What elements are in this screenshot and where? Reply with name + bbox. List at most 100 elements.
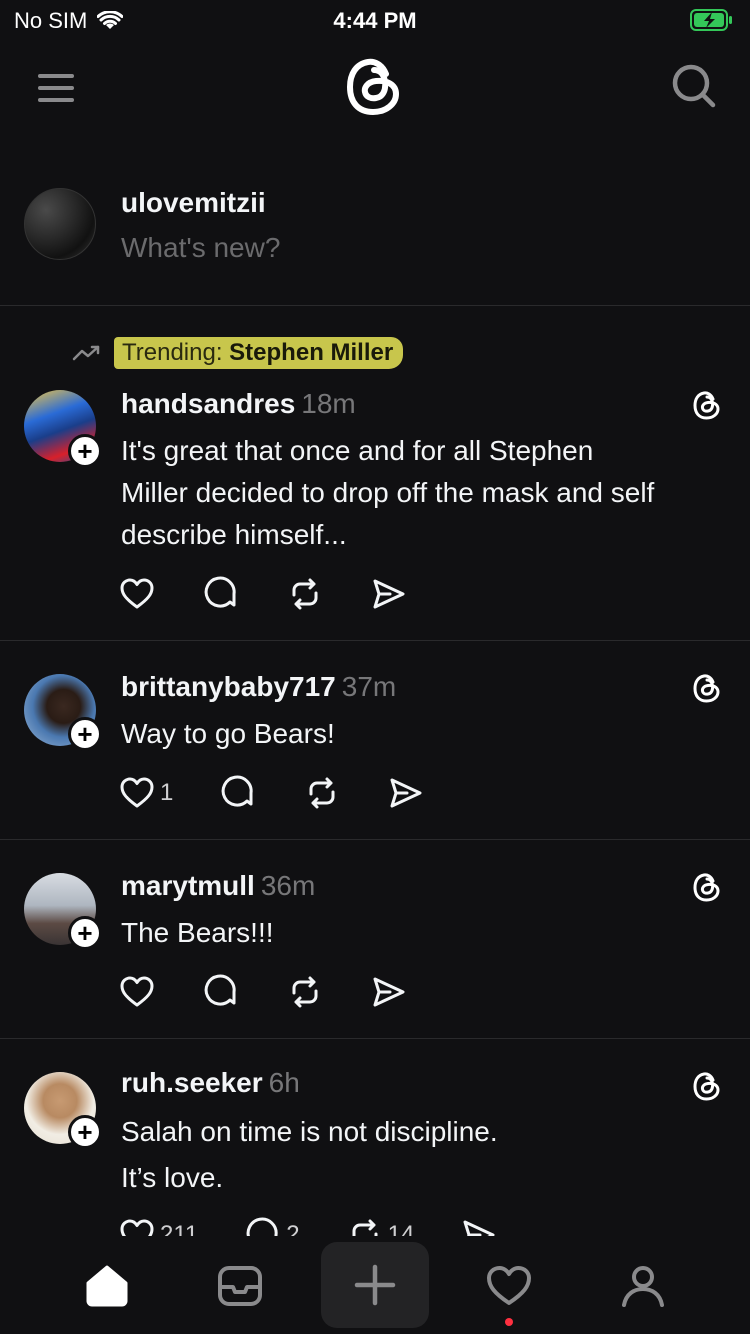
like-count: 211 — [160, 1221, 199, 1236]
repost-button[interactable]: 14 — [346, 1216, 415, 1236]
post-text-line: Salah on time is not discipline. — [121, 1116, 498, 1147]
threads-logo-icon — [693, 873, 720, 902]
post-text: Salah on time is not discipline. It’s lo… — [121, 1109, 731, 1201]
composer[interactable]: ulovemitzii What's new? — [0, 170, 750, 306]
post-item[interactable]: + ruh.seeker 6h Salah on time is not disc… — [0, 1039, 750, 1236]
post-username[interactable]: marytmull — [121, 870, 255, 901]
post-actions: 1 — [118, 773, 425, 813]
post-text-line: Miller decided to drop off the mask and … — [121, 477, 655, 508]
repost-icon — [352, 1219, 378, 1236]
trending-icon — [72, 345, 100, 361]
threads-logo-icon — [693, 674, 720, 703]
composer-username: ulovemitzii — [121, 187, 266, 218]
menu-icon[interactable] — [30, 62, 82, 114]
post-item[interactable]: + marytmull 36m The Bears!!! — [0, 840, 750, 1039]
repost-button[interactable] — [286, 575, 324, 613]
tab-inbox[interactable] — [200, 1246, 280, 1326]
post-actions — [118, 972, 408, 1012]
tab-create[interactable] — [321, 1242, 429, 1328]
post-text-line: It’s love. — [121, 1162, 224, 1193]
reply-button[interactable] — [202, 973, 240, 1011]
repost-button[interactable] — [303, 774, 341, 812]
post-header: handsandres 18m — [121, 388, 356, 420]
trending-banner[interactable]: Trending: Stephen Miller — [72, 334, 404, 372]
share-button[interactable] — [387, 774, 425, 812]
trending-topic[interactable]: Stephen Miller — [229, 339, 393, 366]
profile-icon — [622, 1266, 664, 1307]
post-time: 18m — [301, 388, 356, 419]
like-button[interactable] — [118, 575, 156, 613]
post-username[interactable]: ruh.seeker — [121, 1067, 263, 1098]
tab-profile[interactable] — [603, 1246, 683, 1326]
post-item[interactable]: + handsandres 18m It's great that once an… — [0, 380, 750, 641]
post-header: ruh.seeker 6h — [121, 1067, 300, 1099]
reply-button[interactable] — [202, 575, 240, 613]
comment-icon — [246, 1217, 278, 1236]
battery-icon — [690, 8, 734, 38]
follow-plus-button[interactable]: + — [68, 717, 102, 751]
post-text: The Bears!!! — [121, 912, 731, 954]
threads-logo-icon — [693, 1072, 720, 1101]
comment-icon — [204, 576, 236, 608]
like-button[interactable]: 1 — [118, 774, 173, 812]
post-text: It's great that once and for all Stephen… — [121, 430, 731, 556]
inbox-icon — [218, 1266, 262, 1306]
repost-count: 14 — [387, 1221, 415, 1236]
share-button[interactable] — [370, 973, 408, 1011]
status-bar: No SIM 4:44 PM — [0, 0, 750, 40]
share-button[interactable] — [460, 1216, 498, 1236]
threads-logo-icon[interactable] — [340, 52, 408, 120]
post-username[interactable]: brittanybaby717 — [121, 671, 336, 702]
post-header: brittanybaby717 37m — [121, 671, 396, 703]
post-username[interactable]: handsandres — [121, 388, 295, 419]
search-icon[interactable] — [668, 60, 720, 112]
follow-plus-button[interactable]: + — [68, 916, 102, 950]
status-time: 4:44 PM — [333, 8, 417, 33]
heart-icon — [120, 976, 154, 1007]
like-button[interactable] — [118, 973, 156, 1011]
tab-home[interactable] — [67, 1246, 147, 1326]
like-button[interactable]: 211 — [118, 1216, 198, 1236]
post-text-line: Way to go Bears! — [121, 718, 335, 749]
notification-dot — [505, 1318, 513, 1326]
reply-button[interactable]: 2 — [244, 1216, 300, 1236]
heart-icon — [487, 1266, 531, 1305]
comment-icon — [204, 974, 236, 1006]
like-count: 1 — [160, 779, 174, 806]
send-icon — [373, 977, 405, 1007]
post-actions: 211 2 14 — [118, 1215, 498, 1236]
post-header: marytmull 36m — [121, 870, 315, 902]
repost-icon — [292, 976, 318, 1008]
reply-count: 2 — [286, 1221, 300, 1236]
heart-icon — [120, 1219, 154, 1236]
avatar[interactable] — [24, 188, 96, 260]
send-icon — [390, 778, 422, 808]
post-text-line: It's great that once and for all Stephen — [121, 435, 594, 466]
heart-icon — [120, 578, 154, 609]
tab-activity[interactable] — [469, 1246, 549, 1326]
post-text-line: describe himself... — [121, 519, 347, 550]
send-icon — [463, 1220, 495, 1236]
follow-plus-button[interactable]: + — [68, 434, 102, 468]
repost-button[interactable] — [286, 973, 324, 1011]
plus-icon — [354, 1264, 396, 1306]
heart-icon — [120, 777, 154, 808]
post-time: 36m — [260, 870, 316, 901]
post-time: 6h — [268, 1067, 300, 1098]
post-text-line: The Bears!!! — [121, 917, 274, 948]
post-actions — [118, 574, 408, 614]
follow-plus-button[interactable]: + — [68, 1115, 102, 1149]
share-button[interactable] — [370, 575, 408, 613]
post-item[interactable]: + brittanybaby717 37m Way to go Bears! 1 — [0, 641, 750, 840]
post-text: Way to go Bears! — [121, 713, 731, 755]
reply-button[interactable] — [219, 774, 257, 812]
comment-icon — [222, 775, 253, 807]
trending-label: Trending: — [122, 339, 223, 366]
send-icon — [373, 579, 405, 609]
bottom-tab-bar — [0, 1236, 750, 1334]
post-time: 37m — [341, 671, 397, 702]
trending-highlight[interactable]: Trending: Stephen Miller — [114, 337, 404, 369]
composer-placeholder[interactable]: What's new? — [121, 232, 280, 264]
repost-icon — [292, 578, 318, 610]
threads-logo-icon — [693, 391, 720, 420]
